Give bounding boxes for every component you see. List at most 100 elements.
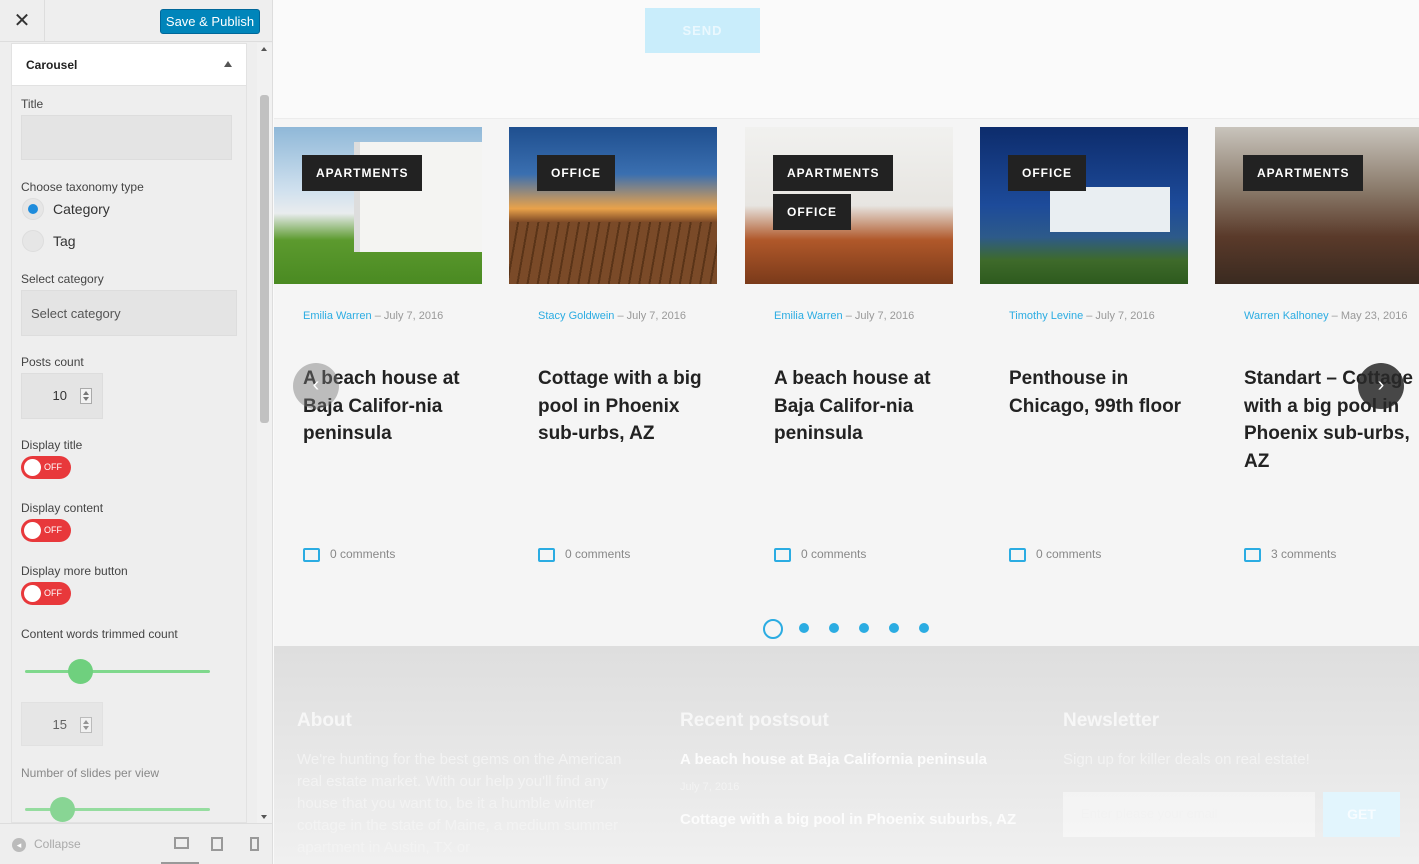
posts-count-input[interactable]: 10: [21, 373, 103, 419]
pager-dot[interactable]: [859, 623, 869, 633]
deck-shape: [509, 222, 717, 284]
post-image[interactable]: OFFICE: [509, 127, 717, 284]
post-author[interactable]: Timothy Levine: [1009, 310, 1083, 322]
title-input[interactable]: [21, 115, 232, 160]
post-comments[interactable]: 0 comments: [538, 547, 630, 562]
select-category-label: Select category: [21, 272, 104, 286]
toggle-state: OFF: [44, 588, 62, 598]
collapse-button[interactable]: ◂ Collapse: [12, 837, 81, 852]
pager-dot[interactable]: [889, 623, 899, 633]
radio-category[interactable]: [22, 198, 44, 220]
posts-count-label: Posts count: [21, 355, 84, 369]
taxonomy-label: Choose taxonomy type: [21, 180, 144, 194]
post-author[interactable]: Stacy Goldwein: [538, 310, 614, 322]
close-icon[interactable]: ✕: [0, 0, 45, 42]
select-category-dropdown[interactable]: Select category: [21, 290, 237, 336]
recent-post-link[interactable]: Cottage with a big pool in Phoenix subur…: [680, 809, 1020, 831]
post-title[interactable]: Penthouse in Chicago, 99th floor: [1009, 365, 1184, 420]
mobile-preview-icon[interactable]: [250, 837, 259, 851]
post-card[interactable]: APARTMENTS Emilia Warren – July 7, 2016 …: [274, 127, 482, 562]
post-date: July 7, 2016: [854, 310, 915, 322]
category-tag[interactable]: OFFICE: [773, 194, 851, 230]
slider-thumb[interactable]: [49, 797, 75, 822]
radio-category-label: Category: [53, 201, 110, 217]
collapse-arrow-icon[interactable]: [224, 61, 232, 67]
panel-body: Title Choose taxonomy type Category Tag …: [12, 86, 246, 822]
radio-tag-label: Tag: [53, 233, 76, 249]
trim-count-label: Content words trimmed count: [21, 627, 178, 641]
toggle-state: OFF: [44, 525, 62, 535]
category-tag[interactable]: OFFICE: [537, 155, 615, 191]
site-footer: About We're hunting for the best gems on…: [274, 646, 1419, 864]
post-card[interactable]: APARTMENTS Warren Kalhoney – May 23, 201…: [1215, 127, 1419, 562]
spinner-icon[interactable]: [80, 717, 92, 733]
category-tag[interactable]: APARTMENTS: [773, 155, 894, 191]
trim-count-input[interactable]: 15: [21, 702, 103, 746]
section-title: Carousel: [26, 58, 78, 72]
comments-count: 0 comments: [330, 547, 396, 561]
spinner-icon[interactable]: [80, 388, 92, 404]
newsletter-get-button[interactable]: GET: [1323, 792, 1400, 837]
post-comments[interactable]: 3 comments: [1244, 547, 1336, 562]
post-image[interactable]: OFFICE: [980, 127, 1188, 284]
post-comments[interactable]: 0 comments: [1009, 547, 1101, 562]
slides-per-view-slider[interactable]: [25, 797, 210, 822]
category-tag[interactable]: APARTMENTS: [302, 155, 423, 191]
pager-dot[interactable]: [919, 623, 929, 633]
comments-count: 0 comments: [801, 547, 867, 561]
pager-dot[interactable]: [799, 623, 809, 633]
comments-count: 0 comments: [565, 547, 631, 561]
post-date: July 7, 2016: [626, 310, 686, 322]
section-header-carousel[interactable]: Carousel: [12, 44, 246, 86]
toggle-knob: [24, 522, 41, 539]
category-tag[interactable]: OFFICE: [1008, 155, 1086, 191]
post-card[interactable]: OFFICE Timothy Levine – July 7, 2016 Pen…: [980, 127, 1188, 562]
display-more-toggle[interactable]: OFF: [21, 582, 71, 605]
trim-count-slider[interactable]: [25, 659, 210, 684]
post-date: July 7, 2016: [383, 310, 444, 322]
display-title-label: Display title: [21, 438, 83, 452]
desktop-preview-icon[interactable]: [174, 837, 189, 849]
pager-dot[interactable]: [763, 619, 783, 639]
post-title[interactable]: Cottage with a big pool in Phoenix sub-u…: [538, 365, 713, 448]
post-comments[interactable]: 0 comments: [303, 547, 395, 562]
newsletter-email-input[interactable]: Enter please your email: [1063, 792, 1315, 837]
post-comments[interactable]: 0 comments: [774, 547, 866, 562]
recent-posts-title: Recent postsout: [680, 710, 829, 731]
post-image[interactable]: APARTMENTS: [274, 127, 482, 284]
post-card[interactable]: OFFICE Stacy Goldwein – July 7, 2016 Cot…: [509, 127, 717, 562]
scroll-thumb[interactable]: [260, 95, 269, 423]
save-publish-button[interactable]: Save & Publish: [160, 9, 260, 34]
post-image[interactable]: APARTMENTS OFFICE: [745, 127, 953, 284]
pager-dot[interactable]: [829, 623, 839, 633]
scroll-down-icon[interactable]: [261, 815, 267, 819]
send-button[interactable]: SEND: [645, 8, 760, 53]
post-author[interactable]: Emilia Warren: [774, 310, 843, 322]
category-tag[interactable]: APARTMENTS: [1243, 155, 1364, 191]
post-author[interactable]: Warren Kalhoney: [1244, 310, 1329, 322]
slider-thumb[interactable]: [68, 659, 93, 684]
slides-per-view-label: Number of slides per view: [21, 766, 160, 780]
radio-tag[interactable]: [22, 230, 44, 252]
post-card[interactable]: APARTMENTS OFFICE Emilia Warren – July 7…: [745, 127, 953, 562]
post-date: July 7, 2016: [1095, 310, 1155, 322]
carousel-next-icon[interactable]: ›: [1358, 363, 1404, 409]
recent-post-date: July 7, 2016: [680, 781, 740, 793]
post-image[interactable]: APARTMENTS: [1215, 127, 1419, 284]
newsletter-text: Sign up for killer deals on real estate!: [1063, 751, 1310, 768]
display-title-toggle[interactable]: OFF: [21, 456, 71, 479]
display-content-toggle[interactable]: OFF: [21, 519, 71, 542]
display-content-label: Display content: [21, 501, 104, 515]
recent-post-link[interactable]: A beach house at Baja California peninsu…: [680, 749, 1020, 771]
newsletter-title: Newsletter: [1063, 710, 1160, 731]
collapse-label: Collapse: [34, 837, 81, 851]
post-title[interactable]: A beach house at Baja Califor-nia penins…: [774, 365, 949, 448]
scroll-up-icon[interactable]: [261, 47, 267, 51]
post-author[interactable]: Emilia Warren: [303, 310, 372, 322]
carousel-prev-icon[interactable]: ‹: [293, 363, 339, 409]
tablet-preview-icon[interactable]: [211, 837, 223, 851]
panel-scrollbar[interactable]: [257, 43, 272, 823]
posts-carousel: APARTMENTS Emilia Warren – July 7, 2016 …: [274, 118, 1419, 646]
posts-count-value: 10: [52, 388, 67, 403]
site-preview: SEND APARTMENTS Emilia Warren – July 7, …: [274, 0, 1419, 864]
